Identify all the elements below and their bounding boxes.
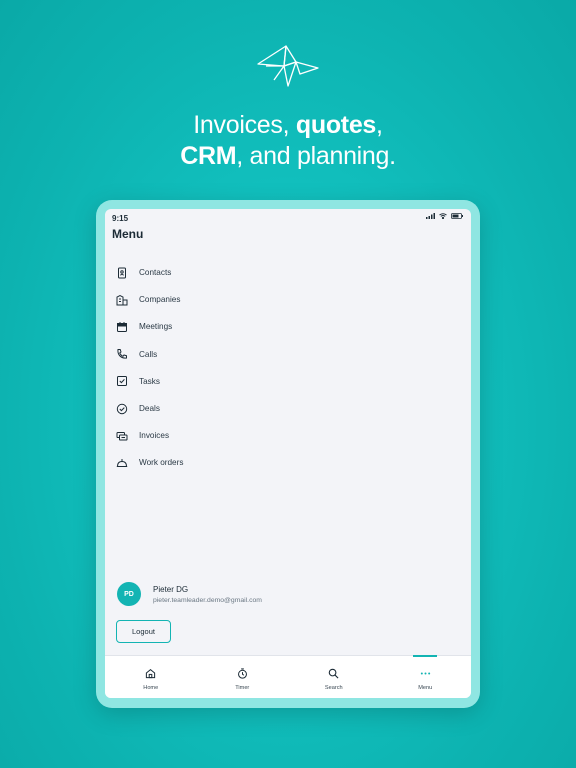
logout-button[interactable]: Logout xyxy=(116,620,171,643)
checkbox-icon xyxy=(115,374,129,388)
timer-icon xyxy=(236,667,248,679)
home-icon xyxy=(145,667,157,679)
page-title: Menu xyxy=(112,227,144,241)
user-profile: PD Pieter DG pieter.teamleader.demo@gmai… xyxy=(117,582,262,606)
tab-timer[interactable]: Timer xyxy=(197,656,289,698)
phone-icon xyxy=(115,347,129,361)
tab-label: Search xyxy=(324,685,343,691)
menu-item-meetings[interactable]: Meetings xyxy=(105,313,471,340)
tab-label: Timer xyxy=(235,685,250,691)
menu-list: Contacts Companies Meetings Calls Tasks … xyxy=(105,259,471,477)
companies-icon xyxy=(115,293,129,307)
menu-item-label: Companies xyxy=(139,295,181,305)
tab-bar: Home Timer Search Menu xyxy=(105,655,471,698)
menu-item-companies[interactable]: Companies xyxy=(105,286,471,313)
menu-item-tasks[interactable]: Tasks xyxy=(105,368,471,395)
check-circle-icon xyxy=(115,402,129,416)
status-icons xyxy=(426,213,463,219)
app-screen: 9:15 Menu Contacts Companies Meetings Ca… xyxy=(105,209,471,698)
headline: Invoices, quotes, CRM, and planning. xyxy=(0,110,576,172)
contacts-icon xyxy=(115,266,129,280)
tablet-frame: 9:15 Menu Contacts Companies Meetings Ca… xyxy=(96,200,480,708)
tab-label: Menu xyxy=(418,685,433,691)
menu-item-label: Contacts xyxy=(139,268,172,278)
tab-label: Home xyxy=(143,685,159,691)
work-orders-icon xyxy=(115,456,129,470)
user-details: Pieter DG pieter.teamleader.demo@gmail.c… xyxy=(153,585,262,604)
more-icon xyxy=(419,667,431,679)
status-bar: 9:15 xyxy=(105,209,471,227)
menu-item-label: Deals xyxy=(139,404,160,414)
invoices-icon xyxy=(115,429,129,443)
calendar-icon xyxy=(115,320,129,334)
menu-item-calls[interactable]: Calls xyxy=(105,341,471,368)
signal-icon xyxy=(426,213,435,219)
menu-item-label: Work orders xyxy=(139,458,184,468)
headline-line-1: Invoices, quotes, xyxy=(193,111,383,139)
status-time: 9:15 xyxy=(112,214,129,223)
user-name: Pieter DG xyxy=(153,584,189,594)
teamleader-logo-icon xyxy=(257,45,319,87)
menu-item-label: Invoices xyxy=(139,431,170,441)
headline-line-2: CRM, and planning. xyxy=(180,142,396,170)
menu-item-work-orders[interactable]: Work orders xyxy=(105,449,471,476)
tab-menu[interactable]: Menu xyxy=(380,655,472,698)
menu-item-label: Meetings xyxy=(139,322,173,332)
menu-item-label: Tasks xyxy=(139,376,160,386)
menu-item-label: Calls xyxy=(139,349,158,359)
menu-item-contacts[interactable]: Contacts xyxy=(105,259,471,286)
search-icon xyxy=(328,667,340,679)
user-email: pieter.teamleader.demo@gmail.com xyxy=(153,596,262,604)
battery-icon xyxy=(451,213,463,219)
wifi-icon xyxy=(439,213,447,219)
tab-search[interactable]: Search xyxy=(288,656,380,698)
avatar: PD xyxy=(117,582,141,606)
tab-home[interactable]: Home xyxy=(105,656,197,698)
active-tab-indicator xyxy=(413,655,438,657)
menu-item-invoices[interactable]: Invoices xyxy=(105,422,471,449)
menu-item-deals[interactable]: Deals xyxy=(105,395,471,422)
